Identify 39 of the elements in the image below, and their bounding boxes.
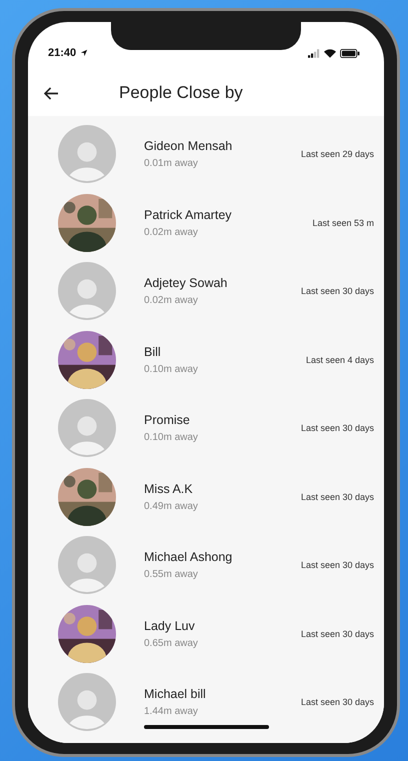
status-time: 21:40 [48,47,76,59]
last-seen-text: Last seen 4 days [306,354,374,365]
distance-text: 0.65m away [144,638,199,649]
distance-text: 0.10m away [144,432,199,444]
last-seen-text: Last seen 30 days [300,628,374,639]
person-name: Adjetey Sowah [144,276,228,290]
avatar-placeholder-icon [58,673,116,732]
person-name: Bill [144,344,162,359]
distance-text: 1.44m away [144,706,199,718]
back-button[interactable] [42,84,61,102]
person-name: Michael Ashong [144,550,234,564]
avatar-placeholder-icon [58,125,116,184]
last-seen-text: Last seen 30 days [300,286,374,296]
last-seen-text: Last seen 30 days [300,697,374,708]
last-seen-text: Last seen 30 days [300,423,374,434]
person-name: Patrick Amartey [144,208,233,222]
avatar-placeholder-icon [58,536,116,594]
avatar-placeholder-icon [58,399,116,458]
last-seen-text: Last seen 30 days [300,492,374,502]
person-name: Miss A.K [144,482,194,496]
person-name: Promise [144,413,191,428]
distance-text: 0.49m away [144,500,199,512]
last-seen-text: Last seen 53 m [312,218,374,228]
last-seen-text: Last seen 29 days [300,149,374,160]
avatar-placeholder-icon [58,262,116,320]
wifi-icon [324,48,336,58]
page-title: People Close by [119,83,243,103]
distance-text: 0.02m away [144,226,199,238]
location-arrow-icon [80,49,88,57]
distance-text: 0.10m away [144,364,199,375]
person-name: Michael bill [144,687,207,702]
signal-icon [308,48,320,58]
battery-icon [340,48,360,58]
distance-text: 0.02m away [144,295,199,306]
distance-text: 0.01m away [144,158,199,170]
person-name: Lady Luv [144,618,196,633]
person-name: Gideon Mensah [144,139,234,154]
distance-text: 0.55m away [144,569,199,580]
last-seen-text: Last seen 30 days [300,560,374,570]
